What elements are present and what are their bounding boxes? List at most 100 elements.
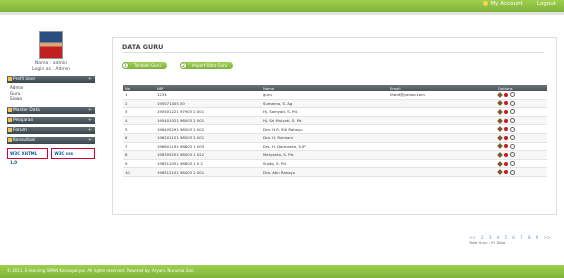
w3c-xhtml-badge[interactable]: W3C XHTML 1.0 — [7, 147, 49, 165]
cell-nama: Hj. Samyati, S. Pd. — [261, 107, 388, 117]
cell-options — [496, 91, 547, 100]
cell-nama: Maryanto, S. Pd. — [261, 150, 388, 160]
edit-icon[interactable] — [497, 117, 503, 124]
table-row: 5 196405291 98503 2 002 Dra. H.R. Siti Rah… — [123, 124, 547, 134]
cell-nama: Hj. Sri Mulyati, S. Pd. — [261, 116, 388, 126]
edit-icon[interactable] — [497, 100, 503, 107]
cell-email — [388, 124, 496, 134]
cell-email — [388, 150, 496, 160]
table-row: 8 196305251 98503 1 022 Maryanto, S. Pd. — [123, 150, 547, 160]
delete-icon[interactable] — [504, 152, 508, 157]
cell-nama: Sumarno, S. Ag — [261, 99, 388, 109]
cell-no: 1 — [123, 91, 155, 100]
step-number: 1 — [122, 62, 129, 69]
edit-icon[interactable] — [497, 143, 503, 150]
validator-badges: W3C XHTML 1.0 W3C css — [7, 147, 95, 165]
edit-icon[interactable] — [497, 160, 503, 167]
cell-nama: guru — [261, 91, 388, 100]
menu-konsultasi[interactable]: Konsultasi + — [7, 136, 95, 144]
delete-icon[interactable] — [504, 109, 508, 114]
table-row: 7 196601191 98803 1 003 Drs. H. Darmanto, … — [123, 142, 547, 152]
view-icon[interactable] — [510, 152, 515, 158]
edit-icon[interactable] — [497, 109, 503, 115]
delete-icon[interactable] — [504, 161, 508, 166]
logout-link[interactable]: Logout — [537, 1, 556, 7]
cell-nama: Dra. Atin Rahayu — [261, 167, 388, 177]
delete-icon[interactable] — [504, 92, 508, 97]
delete-icon[interactable] — [504, 135, 508, 140]
delete-icon[interactable] — [504, 170, 508, 175]
cell-nip: 1234 — [155, 91, 261, 100]
add-teacher-button[interactable]: 1 Tambah Guru — [122, 62, 167, 69]
cell-no: 8 — [123, 150, 155, 160]
pagination-last[interactable]: >> — [544, 235, 551, 240]
delete-icon[interactable] — [504, 118, 508, 123]
menu-profil-user[interactable]: Profil User + — [7, 76, 95, 83]
cell-email — [388, 99, 496, 109]
view-icon[interactable] — [510, 135, 515, 141]
total-count: Total Guru : 97 Data — [469, 241, 506, 245]
user-icon — [483, 1, 489, 6]
edit-icon[interactable] — [497, 169, 503, 175]
view-icon[interactable] — [510, 126, 515, 132]
expand-icon[interactable]: + — [88, 76, 92, 83]
book-icon — [8, 117, 12, 122]
cell-options — [496, 99, 547, 109]
w3c-css-badge[interactable]: W3C css — [51, 147, 95, 159]
view-icon[interactable] — [510, 100, 515, 106]
delete-icon[interactable] — [504, 144, 508, 149]
pagination-page[interactable]: 6 — [512, 235, 515, 240]
view-icon[interactable] — [510, 143, 515, 149]
pagination-page[interactable]: 3 — [489, 235, 492, 240]
edit-icon[interactable] — [497, 91, 503, 98]
footer: © 2011. E-learning SMAN Karanganyar. All… — [0, 265, 564, 278]
edit-icon[interactable] — [497, 134, 503, 141]
table-row: 3 195501221 97903 2 001 Hj. Samyati, S. Pd… — [123, 107, 547, 117]
cell-options — [496, 159, 547, 169]
delete-icon[interactable] — [504, 101, 508, 106]
pagination-page[interactable]: 7 — [520, 235, 523, 240]
menu-forum[interactable]: Forum + — [7, 126, 95, 134]
pagination-page[interactable]: 8 — [528, 235, 531, 240]
table-row: 4 195401021 98003 2 001 Hj. Sri Mulyati, S… — [123, 116, 547, 126]
table-row: 2 195071405 00 Sumarno, S. Ag — [123, 99, 547, 109]
view-icon[interactable] — [510, 109, 515, 115]
cell-no: 7 — [123, 142, 155, 152]
main-panel: DATA GURU 1 Tambah Guru 2 Import Data Gu… — [112, 37, 557, 245]
table-row: 10 196512101 98403 2 001 Dra. Atin Rahayu — [123, 167, 547, 177]
menu-master-data[interactable]: Master Data + — [7, 106, 95, 114]
expand-icon[interactable]: + — [88, 117, 92, 124]
view-icon[interactable] — [510, 118, 515, 124]
expand-icon[interactable]: + — [88, 127, 92, 134]
pagination-page[interactable]: 5 — [504, 235, 507, 240]
cell-email — [388, 107, 496, 117]
view-icon[interactable] — [510, 92, 515, 98]
cell-nip: 195401021 98003 2 001 — [155, 116, 261, 126]
cell-email — [388, 142, 496, 152]
cell-no: 10 — [123, 167, 155, 177]
view-icon[interactable] — [510, 161, 515, 167]
my-account-link[interactable]: My Account — [483, 1, 523, 7]
cell-no: 4 — [123, 116, 155, 126]
cell-options — [496, 133, 547, 143]
expand-icon[interactable]: + — [88, 137, 92, 144]
delete-icon[interactable] — [504, 127, 508, 132]
cell-no: 5 — [123, 124, 155, 134]
cell-email — [388, 133, 496, 143]
pagination-page[interactable]: 4 — [497, 235, 500, 240]
pagination-page[interactable]: 9 — [536, 235, 539, 240]
cell-nama: Dra. H. Rumiani — [261, 133, 388, 143]
folder-icon — [8, 107, 12, 112]
pagination-first[interactable]: << — [469, 235, 476, 240]
submenu-siswa[interactable]: Siswa — [10, 96, 92, 102]
cell-nama: Sujito, S. Pd. — [261, 159, 388, 169]
expand-icon[interactable]: + — [88, 107, 92, 114]
pagination-page[interactable]: 2 — [481, 235, 484, 240]
view-icon[interactable] — [510, 169, 515, 175]
user-info: Nama : admin Login as : Admin — [31, 61, 71, 72]
edit-icon[interactable] — [497, 126, 503, 133]
page-title: DATA GURU — [122, 43, 164, 51]
import-teacher-button[interactable]: 2 Import Data Guru — [180, 62, 234, 69]
menu-pelajaran[interactable]: Pelajaran + — [7, 116, 95, 124]
edit-icon[interactable] — [497, 152, 503, 158]
